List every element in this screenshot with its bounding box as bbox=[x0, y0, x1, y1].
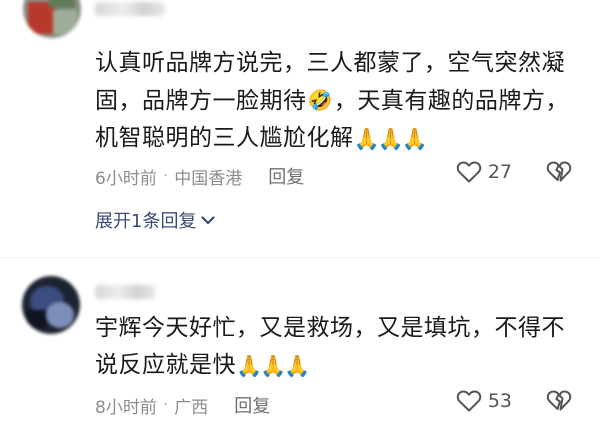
comment-text-segment: 固，品牌方一脸期待 bbox=[95, 88, 307, 114]
praying-hands-emoji-icon: 🙏🙏🙏 bbox=[236, 354, 310, 378]
comment-text: 认真听品牌方说完，三人都蒙了，空气突然凝 固，品牌方一脸期待🤣，天真有趣的品牌方… bbox=[95, 45, 585, 158]
reply-button[interactable]: 回复 bbox=[234, 392, 270, 418]
heart-outline-icon bbox=[456, 161, 482, 183]
comment-item-1: 认真听品牌方说完，三人都蒙了，空气突然凝 固，品牌方一脸期待🤣，天真有趣的品牌方… bbox=[0, 0, 600, 257]
dislike-button[interactable] bbox=[546, 389, 572, 413]
separator-dot: · bbox=[162, 395, 169, 415]
expand-replies-label: 展开1条回复 bbox=[95, 211, 197, 232]
avatar[interactable] bbox=[23, 0, 81, 38]
comment-text-line: 宇辉今天好忙，又是救场，又是填坑，不得不 bbox=[95, 315, 565, 341]
like-count: 27 bbox=[487, 161, 512, 183]
comment-meta: 8小时前 · 广西 回复 bbox=[95, 392, 270, 418]
broken-heart-icon bbox=[546, 161, 572, 182]
comment-text: 宇辉今天好忙，又是救场，又是填坑，不得不 说反应就是快🙏🙏🙏 bbox=[95, 310, 585, 385]
dislike-button[interactable] bbox=[546, 160, 572, 184]
username-blurred bbox=[95, 2, 165, 16]
like-button[interactable]: 53 bbox=[456, 389, 512, 413]
praying-hands-emoji-icon: 🙏🙏🙏 bbox=[353, 127, 428, 151]
broken-heart-icon bbox=[546, 390, 572, 411]
comment-item-2: 宇辉今天好忙，又是救场，又是填坑，不得不 说反应就是快🙏🙏🙏 8小时前 · 广西… bbox=[0, 258, 600, 431]
like-button[interactable]: 27 bbox=[456, 160, 512, 184]
laughing-emoji-icon: 🤣 bbox=[307, 88, 333, 112]
comment-text-segment: 说反应就是快 bbox=[95, 352, 236, 378]
comment-location: 中国香港 bbox=[174, 168, 243, 189]
avatar[interactable] bbox=[22, 276, 80, 334]
separator-dot: · bbox=[162, 166, 169, 186]
comment-location: 广西 bbox=[174, 397, 209, 418]
comment-text-segment: ，天真有趣的品牌方， bbox=[333, 88, 569, 114]
comment-text-line: 机智聪明的三人尴尬化解🙏🙏🙏 bbox=[95, 120, 585, 158]
username-blurred bbox=[95, 285, 155, 299]
heart-outline-icon bbox=[456, 390, 482, 412]
comment-text-segment: 机智聪明的三人尴尬化解 bbox=[95, 125, 354, 151]
comment-meta: 6小时前 · 中国香港 回复 bbox=[95, 163, 304, 189]
like-count: 53 bbox=[487, 390, 512, 412]
comment-actions: 53 bbox=[456, 389, 572, 413]
chevron-down-icon bbox=[201, 216, 216, 225]
comment-time: 6小时前 bbox=[95, 168, 157, 189]
reply-button[interactable]: 回复 bbox=[268, 163, 304, 189]
comment-text-line: 说反应就是快🙏🙏🙏 bbox=[95, 347, 585, 385]
comment-text-line: 固，品牌方一脸期待🤣，天真有趣的品牌方， bbox=[95, 82, 585, 120]
comment-time: 8小时前 bbox=[95, 397, 157, 418]
expand-replies-button[interactable]: 展开1条回复 bbox=[95, 207, 216, 233]
comment-text-line: 认真听品牌方说完，三人都蒙了，空气突然凝 bbox=[95, 50, 565, 76]
comment-actions: 27 bbox=[456, 160, 572, 184]
